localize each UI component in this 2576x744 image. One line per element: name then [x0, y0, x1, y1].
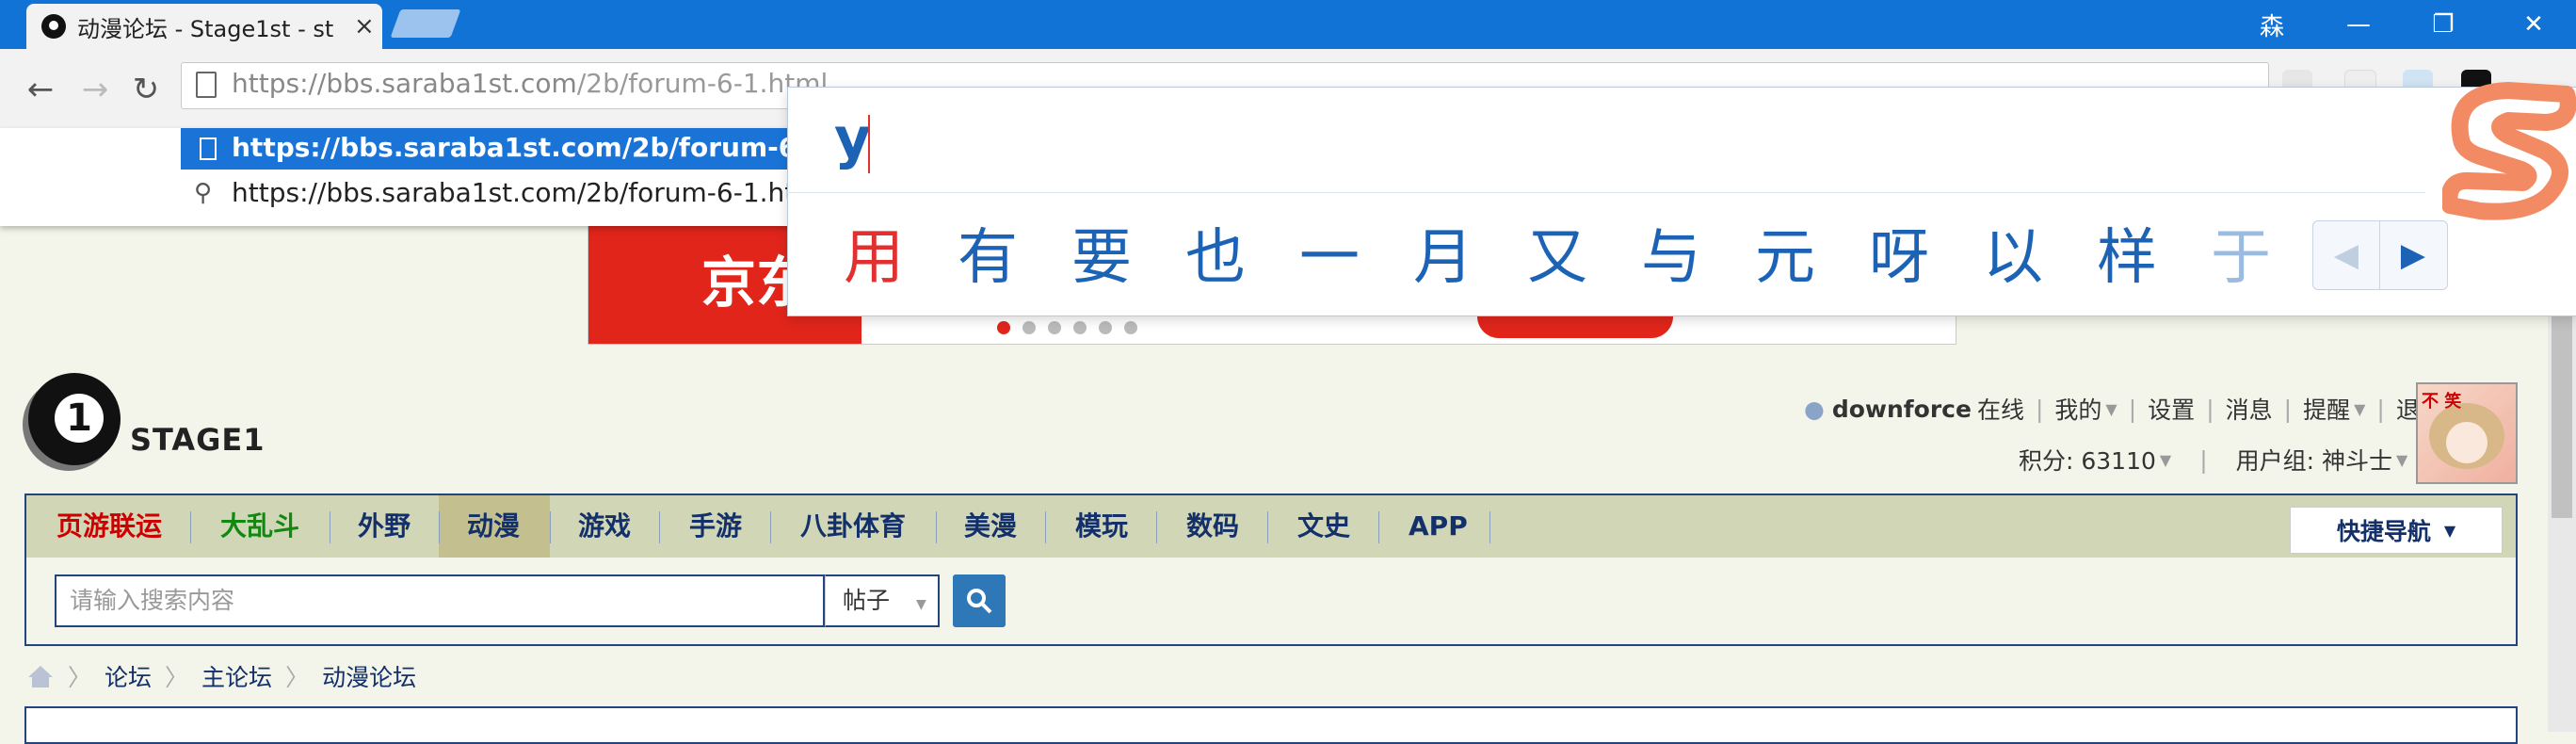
- breadcrumb-item[interactable]: 动漫论坛: [322, 659, 416, 693]
- forum-nav-bar: 页游联运 大乱斗 外野 动漫 游戏 手游 八卦体育 美漫 模玩 数码 文史 AP…: [24, 493, 2518, 559]
- ime-candidate[interactable]: 也: [1185, 209, 1299, 296]
- search-button[interactable]: [953, 574, 1006, 627]
- page-icon: [196, 72, 217, 98]
- nav-item[interactable]: 八卦体育: [800, 495, 906, 558]
- nav-item[interactable]: 手游: [689, 495, 742, 558]
- forward-arrow-icon[interactable]: →: [72, 66, 119, 113]
- search-input[interactable]: 请输入搜索内容: [55, 574, 825, 627]
- username-link[interactable]: downforce: [1832, 396, 1972, 423]
- settings-link[interactable]: 设置: [2148, 392, 2195, 426]
- tab-title: 动漫论坛 - Stage1st - st: [77, 15, 334, 42]
- ime-pager: ◀ ▶: [2312, 220, 2448, 290]
- back-arrow-icon[interactable]: ←: [17, 66, 64, 113]
- breadcrumb: 〉 论坛 〉 主论坛 〉 动漫论坛: [26, 659, 416, 693]
- nav-item[interactable]: APP: [1409, 495, 1468, 558]
- tab-close-icon[interactable]: ×: [354, 12, 375, 40]
- site-logo-digit: 1: [55, 394, 104, 443]
- url-host: https://bbs.saraba1st.com: [232, 68, 577, 99]
- my-menu-link[interactable]: 我的: [2054, 392, 2101, 426]
- carousel-dot[interactable]: [997, 321, 1010, 334]
- nav-item[interactable]: 文史: [1297, 495, 1350, 558]
- title-bar: [0, 0, 2576, 49]
- suggestion-text: https://bbs.saraba1st.com/2b/forum-6-1.: [232, 132, 836, 163]
- nav-item-active[interactable]: 动漫: [467, 495, 520, 558]
- ime-candidate[interactable]: 有: [958, 209, 1071, 296]
- omnibox-suggestion[interactable]: ⚲ https://bbs.saraba1st.com/2b/forum-6-1…: [181, 173, 821, 215]
- scrollbar-thumb[interactable]: [2552, 311, 2572, 518]
- search-icon: [967, 589, 992, 614]
- quick-nav-label: 快捷导航: [2336, 518, 2431, 545]
- site-favicon-icon: [41, 14, 66, 39]
- carousel-dot[interactable]: [1048, 321, 1061, 334]
- nav-item[interactable]: 美漫: [964, 495, 1017, 558]
- profile-badge[interactable]: 森: [2230, 0, 2314, 49]
- breadcrumb-item[interactable]: 论坛: [105, 659, 152, 693]
- notifications-link[interactable]: 提醒: [2303, 392, 2350, 426]
- address-bar-url[interactable]: https://bbs.saraba1st.com/2b/forum-6-1.h…: [232, 68, 828, 99]
- ime-candidate[interactable]: 用: [844, 209, 958, 296]
- ime-candidate[interactable]: 又: [1527, 209, 1641, 296]
- home-icon[interactable]: [26, 664, 55, 688]
- ad-carousel-dots[interactable]: [997, 321, 1137, 334]
- chevron-down-icon: ▼: [2396, 450, 2408, 469]
- page-icon: [200, 137, 217, 160]
- ime-candidate[interactable]: 要: [1071, 209, 1185, 296]
- usergroup-link[interactable]: 用户组: 神斗士: [2236, 443, 2392, 477]
- chevron-down-icon: ▼: [2105, 399, 2117, 418]
- suggestion-text: https://bbs.saraba1st.com/2b/forum-6-1.h…: [232, 177, 821, 208]
- ime-next-page-icon[interactable]: ▶: [2379, 221, 2446, 289]
- ime-candidate[interactable]: 于: [2211, 209, 2325, 296]
- ime-candidate[interactable]: 元: [1755, 209, 1869, 296]
- minimize-button[interactable]: —: [2316, 0, 2401, 49]
- user-menu-bar: ● downforce 在线 | 我的▼ | 设置 | 消息 | 提醒▼ | 退…: [1804, 392, 2443, 426]
- ime-candidate[interactable]: 一: [1299, 209, 1413, 296]
- new-tab-button[interactable]: [390, 9, 461, 38]
- restore-button[interactable]: ❐: [2401, 0, 2486, 49]
- ime-candidate-list: 用 有 要 也 一 月 又 与 元 呀 以 样 于: [844, 209, 2325, 296]
- chevron-down-icon: ▼: [2354, 399, 2366, 418]
- nav-item[interactable]: 大乱斗: [220, 495, 299, 558]
- chevron-down-icon: ▼: [2443, 521, 2456, 540]
- nav-item[interactable]: 模玩: [1075, 495, 1128, 558]
- breadcrumb-item[interactable]: 主论坛: [201, 659, 272, 693]
- ime-composition-text: y: [834, 105, 872, 171]
- avatar-text: 不 笑: [2422, 392, 2462, 412]
- online-status: 在线: [1976, 396, 2024, 424]
- ime-candidate[interactable]: 月: [1413, 209, 1527, 296]
- forum-content-panel: [24, 706, 2518, 744]
- search-icon: ⚲: [194, 179, 213, 207]
- nav-item[interactable]: 外野: [358, 495, 411, 558]
- search-type-value: 帖子: [843, 587, 891, 614]
- carousel-dot[interactable]: [1022, 321, 1036, 334]
- ime-candidate[interactable]: 与: [1641, 209, 1755, 296]
- chevron-down-icon: ▼: [2159, 450, 2172, 469]
- quick-nav-button[interactable]: 快捷导航 ▼: [2290, 507, 2503, 554]
- avatar[interactable]: 不 笑: [2416, 382, 2518, 484]
- nav-item[interactable]: 数码: [1186, 495, 1239, 558]
- site-logo-text: STAGE1: [130, 422, 266, 458]
- nav-item[interactable]: 游戏: [578, 495, 631, 558]
- ime-candidate[interactable]: 样: [2097, 209, 2211, 296]
- ime-divider: [787, 192, 2425, 193]
- user-stats: 积分: 63110 ▼ | 用户组: 神斗士 ▼: [2019, 443, 2407, 477]
- reload-icon[interactable]: ↻: [122, 66, 169, 113]
- browser-tab-active[interactable]: 动漫论坛 - Stage1st - st ×: [26, 4, 382, 49]
- user-icon: ●: [1804, 395, 1825, 423]
- search-type-select[interactable]: 帖子 ▼: [825, 574, 940, 627]
- carousel-dot[interactable]: [1073, 321, 1087, 334]
- ime-candidate[interactable]: 呀: [1869, 209, 1983, 296]
- ime-logo-icon[interactable]: [2442, 73, 2576, 222]
- points-link[interactable]: 积分: 63110: [2019, 443, 2156, 477]
- chevron-down-icon: ▼: [915, 597, 926, 612]
- omnibox-suggestion-selected[interactable]: https://bbs.saraba1st.com/2b/forum-6-1.: [181, 128, 836, 170]
- ime-caret: [868, 115, 870, 173]
- messages-link[interactable]: 消息: [2226, 392, 2273, 426]
- ime-candidate[interactable]: 以: [1983, 209, 2097, 296]
- close-window-button[interactable]: ✕: [2491, 0, 2576, 49]
- carousel-dot[interactable]: [1124, 321, 1137, 334]
- nav-item[interactable]: 页游联运: [56, 495, 162, 558]
- avatar-face: [2446, 422, 2487, 463]
- carousel-dot[interactable]: [1099, 321, 1112, 334]
- ime-prev-page-icon[interactable]: ◀: [2313, 221, 2379, 289]
